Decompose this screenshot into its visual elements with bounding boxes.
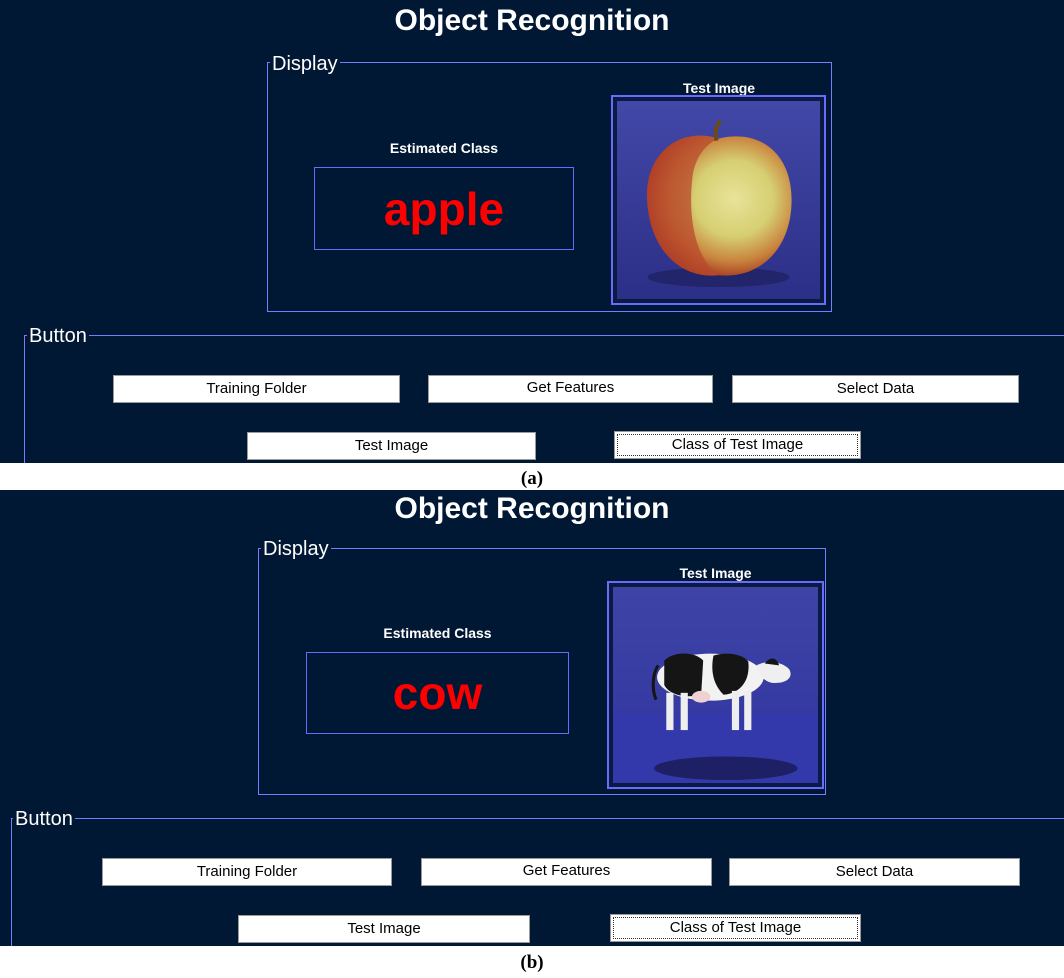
- caption-b: (b): [520, 952, 544, 973]
- test-image-button[interactable]: Test Image: [247, 432, 536, 460]
- apple-photo: [617, 101, 820, 299]
- estimated-class-box: cow: [306, 652, 569, 734]
- test-image-label: Test Image: [682, 80, 756, 96]
- button-group-label: Button: [13, 808, 75, 830]
- app-title: Object Recognition: [394, 4, 670, 37]
- cow-photo: [613, 587, 818, 783]
- app-window-b: Object Recognition Display Estimated Cla…: [0, 490, 1064, 946]
- estimated-class-value: apple: [383, 182, 505, 235]
- class-of-test-image-button[interactable]: Class of Test Image: [614, 431, 861, 459]
- test-image-label: Test Image: [679, 565, 752, 581]
- estimated-class-label: Estimated Class: [389, 140, 499, 156]
- app-title: Object Recognition: [394, 492, 670, 525]
- test-image-frame: [611, 95, 826, 305]
- caption-a: (a): [520, 468, 544, 489]
- estimated-class-box: apple: [314, 167, 574, 250]
- class-of-test-image-button[interactable]: Class of Test Image: [610, 914, 861, 942]
- select-data-button[interactable]: Select Data: [729, 858, 1020, 886]
- app-window-a: Object Recognition Display Estimated Cla…: [0, 0, 1064, 463]
- display-group-label: Display: [261, 538, 331, 560]
- test-image-frame: [607, 581, 824, 789]
- training-folder-button[interactable]: Training Folder: [102, 858, 392, 886]
- estimated-class-value: cow: [392, 667, 483, 719]
- display-group-label: Display: [270, 53, 340, 75]
- training-folder-button[interactable]: Training Folder: [113, 375, 400, 403]
- button-group-label: Button: [27, 325, 89, 347]
- estimated-class-label: Estimated Class: [383, 625, 492, 641]
- get-features-button[interactable]: Get Features: [428, 375, 713, 403]
- test-image-button[interactable]: Test Image: [238, 915, 530, 943]
- select-data-button[interactable]: Select Data: [732, 375, 1019, 403]
- get-features-button[interactable]: Get Features: [421, 858, 712, 886]
